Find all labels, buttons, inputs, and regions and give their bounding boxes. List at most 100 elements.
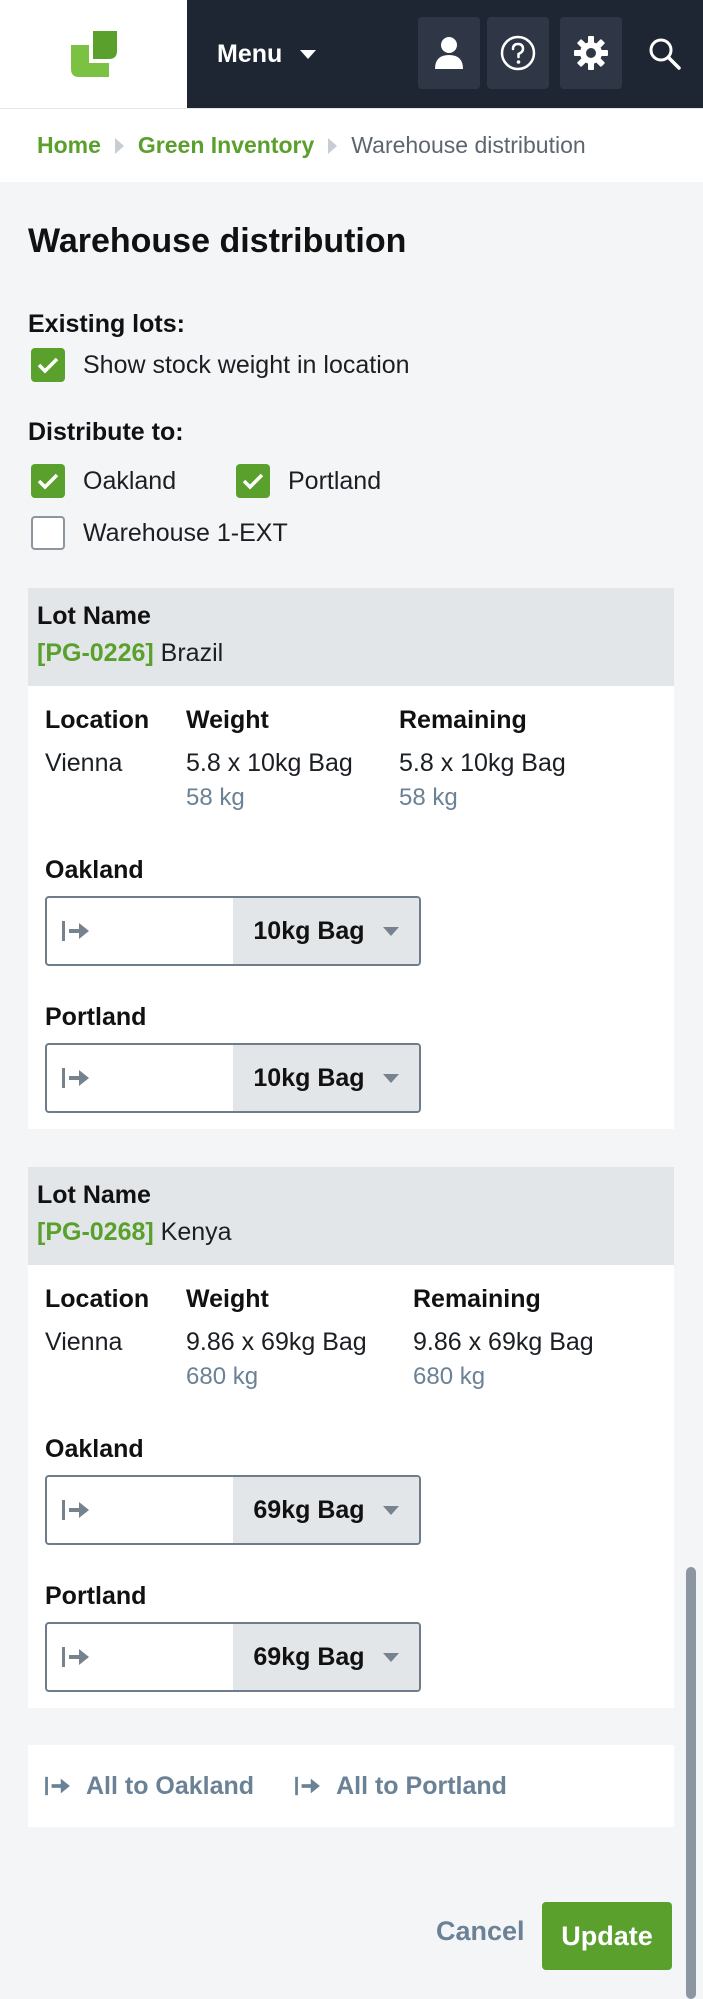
remaining-column: Remaining 9.86 x 69kg Bag 680 kg: [413, 1285, 594, 1391]
portland-unit-value: 69kg Bag: [253, 1642, 365, 1671]
portland-unit-select[interactable]: 10kg Bag: [233, 1045, 419, 1111]
checkmark-icon: [242, 473, 264, 490]
oakland-unit-select[interactable]: 69kg Bag: [233, 1477, 419, 1543]
oakland-unit-value: 69kg Bag: [253, 1495, 365, 1524]
location-column: Location Vienna: [45, 1285, 149, 1357]
menu-label: Menu: [217, 39, 283, 68]
weight-value: 9.86 x 69kg Bag: [186, 1328, 367, 1356]
remaining-header: Remaining: [399, 706, 527, 734]
help-button[interactable]: [487, 17, 549, 89]
lot-card: Lot Name [PG-0268] Kenya Location Vienna…: [28, 1167, 674, 1708]
checkmark-icon: [37, 357, 59, 374]
oakland-quantity-field: 69kg Bag: [45, 1475, 421, 1545]
oakland-quantity-input[interactable]: [47, 1477, 233, 1543]
portland-unit-select[interactable]: 69kg Bag: [233, 1624, 419, 1690]
menu-button[interactable]: Menu: [217, 32, 317, 76]
settings-button[interactable]: [560, 17, 622, 89]
weight-value: 5.8 x 10kg Bag: [186, 749, 353, 777]
oakland-destination-label: Oakland: [45, 1435, 144, 1463]
leaf-logo-icon: [70, 31, 117, 77]
chevron-down-icon: [382, 1505, 399, 1515]
checkmark-icon: [37, 473, 59, 490]
settings-icon: [574, 36, 608, 70]
scrollbar[interactable]: [686, 1567, 696, 1999]
lot-name: Kenya: [160, 1218, 232, 1246]
checkbox-checked[interactable]: [31, 348, 65, 382]
location-header: Location: [45, 1285, 150, 1313]
lot-code-link[interactable]: [PG-0268]: [37, 1218, 154, 1246]
top-bar: Menu: [0, 0, 703, 108]
breadcrumb: Home Green Inventory Warehouse distribut…: [0, 108, 703, 182]
distribute-portland-label: Portland: [288, 466, 382, 495]
distribute-oakland-checkbox[interactable]: Oakland: [31, 464, 176, 498]
all-to-oakland-button[interactable]: All to Oakland: [44, 1772, 254, 1801]
remaining-kg: 680 kg: [413, 1363, 486, 1390]
nav-bar: Menu: [187, 0, 703, 108]
oakland-unit-value: 10kg Bag: [253, 916, 365, 945]
lot-name: Brazil: [160, 639, 224, 667]
location-header: Location: [45, 706, 150, 734]
weight-column: Weight 9.86 x 69kg Bag 680 kg: [186, 1285, 367, 1391]
oakland-quantity-input[interactable]: [47, 898, 233, 964]
lot-header: Lot Name [PG-0268] Kenya: [28, 1167, 674, 1265]
existing-lots-label: Existing lots:: [28, 310, 185, 338]
lot-card: Lot Name [PG-0226] Brazil Location Vienn…: [28, 588, 674, 1129]
app-logo[interactable]: [0, 0, 187, 108]
portland-quantity-field: 69kg Bag: [45, 1622, 421, 1692]
location-column: Location Vienna: [45, 706, 149, 778]
chevron-down-icon: [382, 1073, 399, 1083]
lot-code-link[interactable]: [PG-0226]: [37, 639, 154, 667]
show-stock-weight-label: Show stock weight in location: [83, 350, 410, 379]
checkbox-unchecked[interactable]: [31, 516, 65, 550]
distribute-to-label: Distribute to:: [28, 418, 184, 446]
portland-quantity-input[interactable]: [47, 1045, 233, 1111]
breadcrumb-green-inventory[interactable]: Green Inventory: [138, 132, 314, 159]
all-to-oakland-label: All to Oakland: [86, 1771, 255, 1800]
remaining-header: Remaining: [413, 1285, 541, 1313]
cancel-button[interactable]: Cancel: [436, 1916, 525, 1958]
transfer-arrow-icon: [295, 1776, 321, 1796]
transfer-arrow-icon: [62, 921, 89, 941]
oakland-destination-label: Oakland: [45, 856, 144, 884]
distribute-portland-checkbox[interactable]: Portland: [236, 464, 381, 498]
profile-button[interactable]: [418, 17, 480, 89]
portland-quantity-input[interactable]: [47, 1624, 233, 1690]
remaining-column: Remaining 5.8 x 10kg Bag 58 kg: [399, 706, 566, 812]
portland-destination-label: Portland: [45, 1582, 147, 1610]
transfer-arrow-icon: [62, 1068, 89, 1088]
breadcrumb-home[interactable]: Home: [37, 132, 101, 159]
lot-name-heading: Lot Name: [37, 602, 151, 630]
all-to-portland-button[interactable]: All to Portland: [294, 1772, 507, 1801]
help-icon: [500, 35, 536, 71]
remaining-value: 5.8 x 10kg Bag: [399, 749, 566, 777]
checkbox-checked[interactable]: [236, 464, 270, 498]
update-button[interactable]: Update: [542, 1902, 672, 1970]
remaining-value: 9.86 x 69kg Bag: [413, 1328, 594, 1356]
distribute-warehouse-ext-label: Warehouse 1-EXT: [83, 518, 288, 547]
transfer-arrow-icon: [62, 1500, 89, 1520]
portland-destination-label: Portland: [45, 1003, 147, 1031]
show-stock-weight-checkbox[interactable]: Show stock weight in location: [31, 348, 410, 382]
lot-header: Lot Name [PG-0226] Brazil: [28, 588, 674, 686]
distribute-oakland-label: Oakland: [83, 466, 177, 495]
location-value: Vienna: [45, 749, 123, 777]
breadcrumb-current: Warehouse distribution: [351, 132, 586, 158]
chevron-down-icon: [382, 1652, 399, 1662]
weight-header: Weight: [186, 1285, 269, 1313]
chevron-down-icon: [382, 926, 399, 936]
checkbox-checked[interactable]: [31, 464, 65, 498]
distribute-warehouse-ext-checkbox[interactable]: Warehouse 1-EXT: [31, 516, 288, 550]
location-value: Vienna: [45, 1328, 123, 1356]
page-title: Warehouse distribution: [28, 222, 407, 260]
weight-kg: 58 kg: [186, 784, 245, 811]
profile-icon: [435, 37, 463, 69]
chevron-right-icon: [328, 137, 338, 154]
all-to-portland-label: All to Portland: [336, 1771, 507, 1800]
portland-unit-value: 10kg Bag: [253, 1063, 365, 1092]
search-button[interactable]: [637, 28, 693, 80]
oakland-unit-select[interactable]: 10kg Bag: [233, 898, 419, 964]
chevron-down-icon: [300, 49, 317, 59]
oakland-quantity-field: 10kg Bag: [45, 896, 421, 966]
weight-kg: 680 kg: [186, 1363, 259, 1390]
weight-header: Weight: [186, 706, 269, 734]
